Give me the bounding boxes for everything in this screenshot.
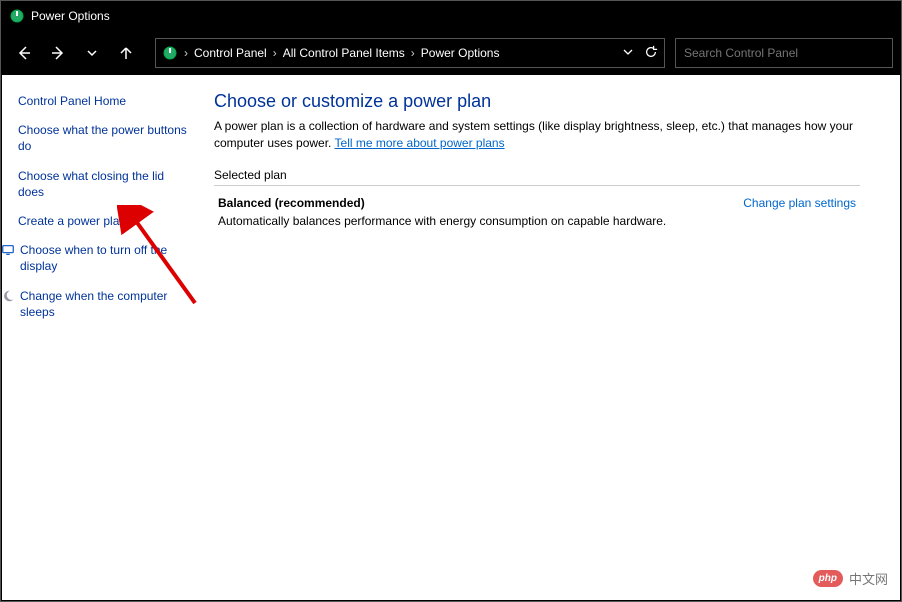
moon-icon <box>0 288 16 304</box>
sidebar-link-computer-sleeps[interactable]: Change when the computer sleeps <box>18 288 190 320</box>
title-bar: Power Options <box>1 1 901 31</box>
page-heading: Choose or customize a power plan <box>214 91 860 112</box>
chevron-right-icon[interactable]: › <box>409 46 417 60</box>
sidebar-item-label: Choose what the power buttons do <box>18 122 190 154</box>
window-title: Power Options <box>31 9 110 23</box>
back-button[interactable] <box>9 38 39 68</box>
sidebar-link-power-buttons[interactable]: Choose what the power buttons do <box>18 122 190 154</box>
chevron-right-icon[interactable]: › <box>182 46 190 60</box>
section-label: Selected plan <box>214 168 860 186</box>
sidebar-link-closing-lid[interactable]: Choose what closing the lid does <box>18 168 190 200</box>
address-dropdown-button[interactable] <box>622 46 634 61</box>
nav-bar: › Control Panel › All Control Panel Item… <box>1 31 901 75</box>
sidebar-item-label: Change when the computer sleeps <box>20 288 190 320</box>
forward-button[interactable] <box>43 38 73 68</box>
change-plan-settings-link[interactable]: Change plan settings <box>743 196 856 210</box>
search-box[interactable] <box>675 38 893 68</box>
watermark-text: 中文网 <box>849 569 888 588</box>
sidebar-link-turn-off-display[interactable]: Choose when to turn off the display <box>18 242 190 274</box>
plan-name: Balanced (recommended) <box>218 196 666 210</box>
breadcrumb-all-items[interactable]: All Control Panel Items <box>283 46 405 60</box>
page-description: A power plan is a collection of hardware… <box>214 118 860 152</box>
sidebar-item-label: Control Panel Home <box>18 93 126 109</box>
up-button[interactable] <box>111 38 141 68</box>
help-link[interactable]: Tell me more about power plans <box>335 136 505 150</box>
control-panel-home-link[interactable]: Control Panel Home <box>18 93 190 109</box>
breadcrumb-control-panel[interactable]: Control Panel <box>194 46 267 60</box>
display-icon <box>0 242 16 258</box>
watermark: php 中文网 <box>813 569 888 588</box>
power-options-icon <box>162 45 178 61</box>
sidebar-item-label: Choose when to turn off the display <box>20 242 190 274</box>
sidebar: Control Panel Home Choose what the power… <box>2 75 206 600</box>
chevron-right-icon[interactable]: › <box>271 46 279 60</box>
breadcrumb-power-options[interactable]: Power Options <box>421 46 500 60</box>
address-bar[interactable]: › Control Panel › All Control Panel Item… <box>155 38 665 68</box>
sidebar-item-label: Create a power plan <box>18 213 126 229</box>
plan-description: Automatically balances performance with … <box>218 214 666 228</box>
search-input[interactable] <box>684 46 884 60</box>
power-options-icon <box>9 8 25 24</box>
refresh-button[interactable] <box>644 45 658 62</box>
watermark-badge: php <box>813 570 843 587</box>
content-area: Control Panel Home Choose what the power… <box>2 75 900 600</box>
recent-dropdown-button[interactable] <box>77 38 107 68</box>
sidebar-item-label: Choose what closing the lid does <box>18 168 190 200</box>
main-panel: Choose or customize a power plan A power… <box>206 75 900 600</box>
sidebar-link-create-plan[interactable]: Create a power plan <box>18 213 190 229</box>
power-plan-row: Balanced (recommended) Automatically bal… <box>214 196 860 228</box>
